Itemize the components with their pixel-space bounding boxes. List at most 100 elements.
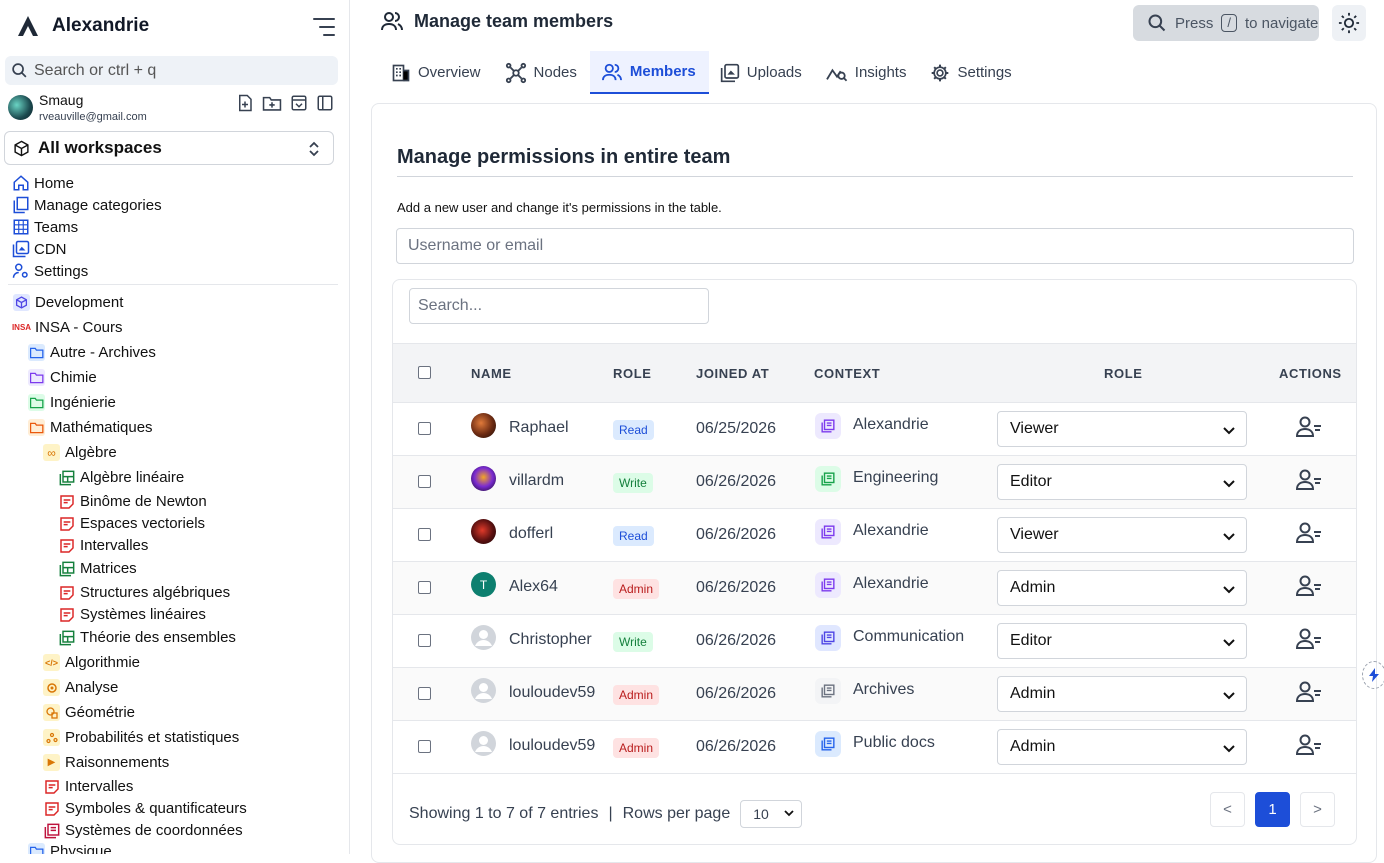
menu-toggle-icon[interactable] bbox=[312, 16, 336, 38]
insights-icon bbox=[826, 63, 848, 83]
select-all-checkbox[interactable] bbox=[418, 366, 431, 379]
row-checkbox[interactable] bbox=[418, 687, 431, 700]
row-checkbox[interactable] bbox=[418, 528, 431, 541]
tree-item-chimie[interactable]: Chimie bbox=[28, 369, 97, 386]
tree-item-intervalles-2[interactable]: Intervalles bbox=[43, 778, 133, 795]
search-icon bbox=[11, 62, 28, 79]
row-checkbox[interactable] bbox=[418, 634, 431, 647]
role-select[interactable]: Admin bbox=[997, 729, 1247, 765]
sidebar-panel-icon[interactable] bbox=[316, 94, 334, 112]
tree-item-espaces[interactable]: Espaces vectoriels bbox=[58, 515, 205, 532]
col-context[interactable]: CONTEXT bbox=[814, 366, 880, 381]
main-content: Manage team members Press / to navigate … bbox=[350, 0, 1384, 863]
tree-item-systemes[interactable]: Systèmes linéaires bbox=[58, 606, 206, 623]
nav-teams[interactable]: Teams bbox=[12, 216, 162, 238]
nav-settings[interactable]: Settings bbox=[12, 260, 162, 282]
tree-item-algebre-lineaire[interactable]: Algèbre linéaire bbox=[58, 469, 184, 486]
col-joined[interactable]: JOINED AT bbox=[696, 366, 769, 381]
chevron-down-icon bbox=[1222, 688, 1236, 702]
remove-user-icon[interactable] bbox=[1296, 469, 1322, 491]
page-1-button[interactable]: 1 bbox=[1255, 792, 1290, 827]
page-header: Manage team members bbox=[380, 10, 613, 32]
tab-label: Members bbox=[629, 63, 696, 80]
joined-date: 06/26/2026 bbox=[696, 685, 777, 702]
app-brand[interactable]: Alexandrie bbox=[16, 14, 149, 38]
col-role-select[interactable]: ROLE bbox=[1104, 366, 1143, 381]
tree-item-coordonnees[interactable]: Systèmes de coordonnées bbox=[43, 822, 243, 839]
next-page-button[interactable]: > bbox=[1300, 792, 1335, 827]
categories-icon bbox=[12, 196, 30, 214]
tab-bar: Overview Nodes Members Uploads Insights … bbox=[380, 51, 1025, 94]
remove-user-icon[interactable] bbox=[1296, 522, 1322, 544]
section-description: Add a new user and change it's permissio… bbox=[397, 200, 722, 215]
nav-manage-categories[interactable]: Manage categories bbox=[12, 194, 162, 216]
gear-icon bbox=[930, 63, 950, 83]
members-table: NAME ROLE JOINED AT CONTEXT ROLE ACTIONS… bbox=[392, 279, 1357, 845]
role-select[interactable]: Viewer bbox=[997, 517, 1247, 553]
remove-user-icon[interactable] bbox=[1296, 416, 1322, 438]
tree-item-algorithmie[interactable]: </> Algorithmie bbox=[43, 654, 140, 671]
tree-item-autre[interactable]: Autre - Archives bbox=[28, 344, 156, 361]
remove-user-icon[interactable] bbox=[1296, 681, 1322, 703]
quick-action-button[interactable] bbox=[1362, 661, 1384, 689]
row-checkbox[interactable] bbox=[418, 740, 431, 753]
tab-members[interactable]: Members bbox=[589, 51, 709, 94]
tree-item-development[interactable]: Development bbox=[13, 294, 123, 311]
nav-cdn[interactable]: CDN bbox=[12, 238, 162, 260]
tree-item-matrices[interactable]: Matrices bbox=[58, 560, 137, 577]
tree-item-binome[interactable]: Binôme de Newton bbox=[58, 493, 207, 510]
note-icon bbox=[58, 606, 75, 623]
row-checkbox[interactable] bbox=[418, 581, 431, 594]
avatar[interactable] bbox=[8, 95, 33, 120]
tree-item-maths[interactable]: Mathématiques bbox=[28, 419, 153, 436]
table-search-input[interactable] bbox=[409, 288, 709, 324]
tab-insights[interactable]: Insights bbox=[815, 51, 920, 94]
role-select[interactable]: Admin bbox=[997, 570, 1247, 606]
remove-user-icon[interactable] bbox=[1296, 575, 1322, 597]
tab-nodes[interactable]: Nodes bbox=[494, 51, 590, 94]
theme-toggle-button[interactable] bbox=[1332, 5, 1366, 41]
role-select[interactable]: Editor bbox=[997, 464, 1247, 500]
collapse-icon[interactable] bbox=[290, 94, 308, 112]
new-folder-icon[interactable] bbox=[262, 94, 282, 112]
tree-item-ingenierie[interactable]: Ingénierie bbox=[28, 394, 116, 411]
username-input[interactable] bbox=[396, 228, 1354, 264]
tree-item-algebre[interactable]: ∞ Algèbre bbox=[43, 444, 117, 461]
role-select[interactable]: Viewer bbox=[997, 411, 1247, 447]
role-select[interactable]: Editor bbox=[997, 623, 1247, 659]
tree-item-insa[interactable]: INSA INSA - Cours bbox=[12, 319, 123, 336]
col-name[interactable]: NAME bbox=[471, 366, 512, 381]
row-checkbox[interactable] bbox=[418, 475, 431, 488]
remove-user-icon[interactable] bbox=[1296, 734, 1322, 756]
tree-item-structures[interactable]: Structures algébriques bbox=[58, 584, 230, 601]
rows-per-page-select[interactable]: 10 bbox=[740, 800, 803, 828]
tree-item-physique[interactable]: Physique bbox=[28, 843, 112, 854]
nav-label: Manage categories bbox=[34, 196, 162, 214]
command-palette-button[interactable]: Press / to navigate bbox=[1133, 5, 1319, 41]
tree-item-raisonnements[interactable]: ▶ Raisonnements bbox=[43, 754, 169, 771]
workspace-selector[interactable]: All workspaces bbox=[4, 131, 334, 165]
prev-page-button[interactable]: < bbox=[1210, 792, 1245, 827]
search-icon bbox=[1147, 13, 1167, 33]
tree-item-geometrie[interactable]: Géométrie bbox=[43, 704, 135, 721]
role-badge: Write bbox=[613, 473, 653, 493]
new-document-icon[interactable] bbox=[236, 94, 254, 112]
remove-user-icon[interactable] bbox=[1296, 628, 1322, 650]
tree-item-theorie[interactable]: Théorie des ensembles bbox=[58, 629, 236, 646]
tree-item-symboles[interactable]: Symboles & quantificateurs bbox=[43, 800, 247, 817]
tab-overview[interactable]: Overview bbox=[380, 51, 494, 94]
tree-item-probas[interactable]: Probabilités et statistiques bbox=[43, 729, 239, 746]
sidebar-search[interactable]: Search or ctrl + q bbox=[5, 56, 338, 85]
avatar bbox=[471, 731, 496, 756]
tree-item-intervalles[interactable]: Intervalles bbox=[58, 537, 148, 554]
tab-settings[interactable]: Settings bbox=[919, 51, 1024, 94]
col-role[interactable]: ROLE bbox=[613, 366, 652, 381]
tree-item-analyse[interactable]: Analyse bbox=[43, 679, 118, 696]
tab-uploads[interactable]: Uploads bbox=[709, 51, 815, 94]
tree-label: Systèmes de coordonnées bbox=[65, 822, 243, 839]
analysis-icon bbox=[43, 679, 60, 696]
nav-home[interactable]: Home bbox=[12, 172, 162, 194]
row-checkbox[interactable] bbox=[418, 422, 431, 435]
joined-date: 06/26/2026 bbox=[696, 632, 777, 649]
role-select[interactable]: Admin bbox=[997, 676, 1247, 712]
